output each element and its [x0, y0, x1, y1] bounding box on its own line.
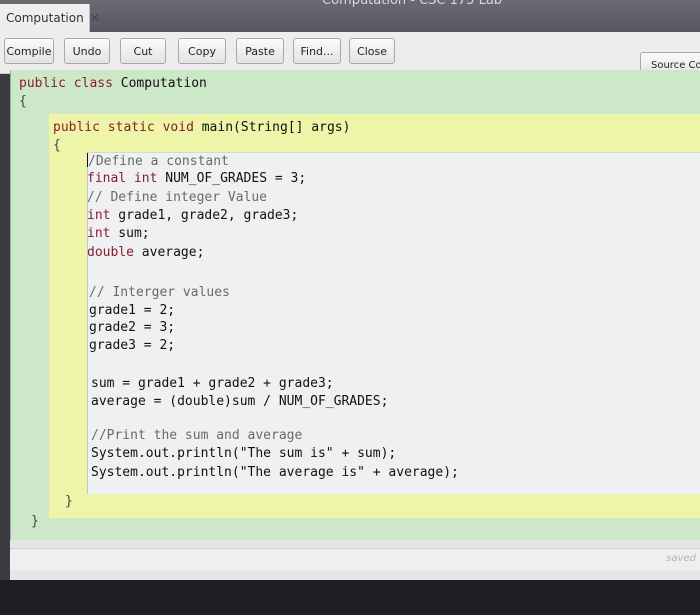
- close-button[interactable]: Close: [349, 38, 395, 64]
- code-line: /Define a constant: [87, 153, 229, 169]
- class-open-brace: {: [19, 94, 27, 109]
- method-header: public static void main(String[] args): [53, 120, 351, 135]
- background: [0, 580, 700, 615]
- code-line: average = (double)sum / NUM_OF_GRADES;: [91, 394, 389, 409]
- cut-button[interactable]: Cut: [120, 38, 166, 64]
- compile-button[interactable]: Compile: [4, 38, 54, 64]
- code-line: System.out.println("The sum is" + sum);: [91, 446, 397, 461]
- toolbar: Compile Undo Cut Copy Paste Find... Clos…: [0, 32, 700, 78]
- code-line: System.out.println("The average is" + av…: [91, 465, 459, 480]
- find-button[interactable]: Find...: [293, 38, 341, 64]
- code-editor[interactable]: public class Computation { public static…: [10, 70, 700, 540]
- code-line: double average;: [87, 245, 205, 260]
- class-header: public class Computation: [19, 76, 207, 91]
- copy-button[interactable]: Copy: [178, 38, 226, 64]
- window-title: Computation - CSC 175 Lab: [322, 0, 503, 8]
- code-line: grade3 = 2;: [89, 338, 176, 353]
- method-open-brace: {: [53, 138, 61, 153]
- window-titlebar: Computation - CSC 175 Lab Computation ✕: [0, 0, 700, 34]
- code-line: int sum;: [87, 226, 150, 241]
- status-bar: saved: [10, 548, 700, 570]
- class-close-brace: }: [31, 514, 39, 529]
- code-line: sum = grade1 + grade2 + grade3;: [91, 376, 334, 391]
- tab-computation[interactable]: Computation ✕: [0, 4, 100, 32]
- paste-button[interactable]: Paste: [236, 38, 284, 64]
- code-line: grade2 = 3;: [89, 320, 176, 335]
- code-line: // Define integer Value: [87, 190, 268, 205]
- code-line: // Interger values: [89, 285, 230, 300]
- close-icon[interactable]: ✕: [90, 11, 100, 25]
- code-line: final int NUM_OF_GRADES = 3;: [87, 171, 307, 186]
- code-line: grade1 = 2;: [89, 303, 176, 318]
- tab-label: Computation: [6, 11, 84, 25]
- undo-button[interactable]: Undo: [64, 38, 110, 64]
- status-text: saved: [666, 553, 696, 564]
- method-close-brace: }: [65, 494, 73, 509]
- code-line: //Print the sum and average: [91, 428, 303, 443]
- code-line: int grade1, grade2, grade3;: [87, 208, 299, 223]
